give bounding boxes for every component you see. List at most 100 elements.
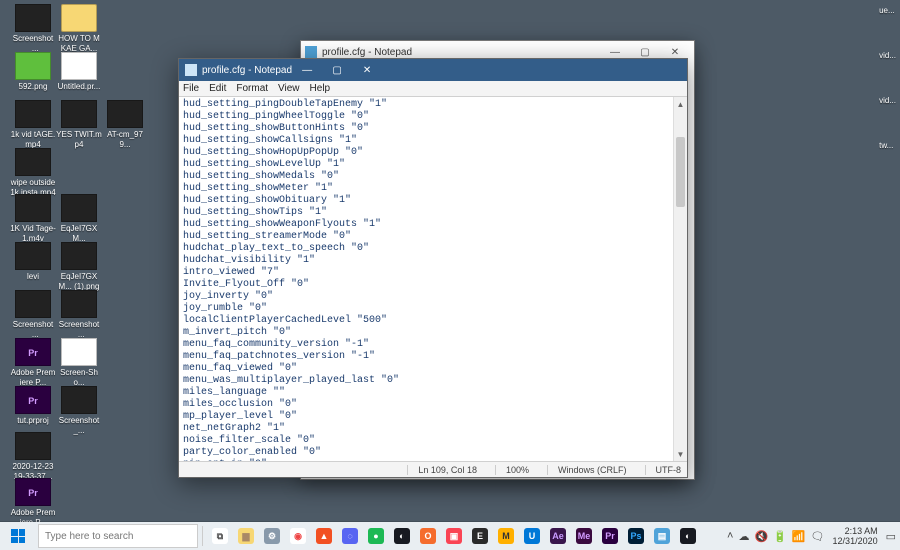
notifications-icon[interactable]: ▭ — [886, 530, 896, 543]
desktop-icon-label: HOW TO MKAE GA... — [56, 34, 102, 54]
clock-date: 12/31/2020 — [833, 536, 878, 546]
menu-edit[interactable]: Edit — [209, 83, 226, 94]
taskbar-medal[interactable]: M — [493, 523, 519, 549]
desktop-icon-label: 1K Vid Tage-1.m4v — [10, 224, 56, 244]
clock-time: 2:13 AM — [833, 526, 878, 536]
window-title: profile.cfg - Notepad — [322, 47, 412, 58]
tray-icon[interactable]: ☁ — [738, 530, 749, 543]
taskbar-steam[interactable]: ◐ — [389, 523, 415, 549]
taskbar-notepad-task[interactable]: ▤ — [649, 523, 675, 549]
menu-file[interactable]: File — [183, 83, 199, 94]
desktop-icon-label: vid... — [879, 51, 896, 60]
taskbar-origin[interactable]: O — [415, 523, 441, 549]
desktop-icon-thumb — [61, 338, 97, 366]
start-button[interactable] — [0, 522, 36, 550]
desktop-icon[interactable]: 2020-12-23 19-33-37... — [10, 432, 56, 482]
desktop-icon-thumb — [15, 148, 51, 176]
taskbar-settings[interactable]: ⚙ — [259, 523, 285, 549]
titlebar[interactable]: profile.cfg - Notepad — ▢ ✕ — [179, 59, 687, 81]
desktop-icon[interactable]: EqJeI7GXM... — [56, 194, 102, 244]
taskbar-discord[interactable]: ◌ — [337, 523, 363, 549]
desktop-icon-label: levi — [10, 272, 56, 282]
desktop-icon[interactable]: EqJeI7GXM... (1).png — [56, 242, 102, 292]
desktop-icon[interactable]: YES TWIT.mp4 — [56, 100, 102, 150]
editor-textarea[interactable]: hud_setting_pingDoubleTapEnemy "1" hud_s… — [179, 97, 673, 461]
tray-icon[interactable]: 🔋 — [773, 530, 787, 543]
desktop-icon-thumb — [61, 290, 97, 318]
brave-icon: ▲ — [316, 528, 332, 544]
taskbar-clock[interactable]: 2:13 AM 12/31/2020 — [829, 526, 882, 546]
notepad-icon — [185, 64, 197, 76]
taskbar-ubisoft[interactable]: U — [519, 523, 545, 549]
taskbar-steam2[interactable]: ◐ — [675, 523, 701, 549]
taskbar-premiere[interactable]: Pr — [597, 523, 623, 549]
after-effects-icon: Ae — [550, 528, 566, 544]
desktop-icon-label: AT-cm_979... — [102, 130, 148, 150]
minimize-button[interactable]: — — [292, 60, 322, 80]
status-caret-pos: Ln 109, Col 18 — [407, 465, 477, 475]
desktop-icon[interactable]: Screenshot_... — [56, 290, 102, 340]
discord-icon: ◌ — [342, 528, 358, 544]
desktop-icon[interactable]: levi — [10, 242, 56, 282]
taskbar-spotify[interactable]: ● — [363, 523, 389, 549]
desktop-icon[interactable]: Screenshot_... — [56, 386, 102, 436]
status-eol: Windows (CRLF) — [547, 465, 627, 475]
status-zoom: 100% — [495, 465, 529, 475]
desktop-icon[interactable]: 1k vid tAGE.mp4 — [10, 100, 56, 150]
taskbar-photoshop[interactable]: Ps — [623, 523, 649, 549]
maximize-button[interactable]: ▢ — [322, 60, 352, 80]
desktop-icon-label: Screen-Sho... — [56, 368, 102, 388]
desktop-right-partial-icons: ue...vid...vid...tw... — [879, 6, 896, 150]
desktop-icon-thumb — [61, 100, 97, 128]
tray-icon[interactable]: 🗨 — [811, 530, 825, 543]
desktop-icon[interactable]: Untitled.pr... — [56, 52, 102, 92]
desktop-icon-label: YES TWIT.mp4 — [56, 130, 102, 150]
spotify-icon: ● — [368, 528, 384, 544]
taskbar-task-view[interactable]: ⧉ — [207, 523, 233, 549]
tray-icon[interactable]: 🔇 — [754, 530, 768, 543]
desktop-icon-thumb — [107, 100, 143, 128]
desktop-icon-label: Screenshot_... — [10, 320, 56, 340]
desktop-icon-label: Untitled.pr... — [56, 82, 102, 92]
notepad-window-foreground: profile.cfg - Notepad — ▢ ✕ File Edit Form… — [178, 58, 688, 478]
tray-icon[interactable]: 📶 — [792, 530, 806, 543]
desktop-icon[interactable]: AT-cm_979... — [102, 100, 148, 150]
search-input[interactable]: Type here to search — [38, 524, 198, 548]
taskbar-media-encoder[interactable]: Me — [571, 523, 597, 549]
scroll-down-icon[interactable]: ▼ — [674, 447, 687, 461]
desktop-icon-label: ue... — [879, 6, 896, 15]
desktop-icon[interactable]: HOW TO MKAE GA... — [56, 4, 102, 54]
desktop-icon-label: Adobe Premiere P... — [10, 368, 56, 388]
menu-format[interactable]: Format — [236, 83, 268, 94]
task-view-icon: ⧉ — [212, 528, 228, 544]
desktop-icon[interactable]: 592.png — [10, 52, 56, 92]
desktop-icon[interactable]: PrAdobe Premiere P... — [10, 338, 56, 388]
taskbar-chrome[interactable]: ◉ — [285, 523, 311, 549]
taskbar-epic-games[interactable]: E — [467, 523, 493, 549]
desktop-icon-label: Screenshot_... — [10, 34, 56, 54]
desktop-icon-thumb — [15, 4, 51, 32]
desktop-icon[interactable]: Prtut.prproj — [10, 386, 56, 426]
search-placeholder: Type here to search — [45, 531, 133, 542]
desktop-icon[interactable]: 1K Vid Tage-1.m4v — [10, 194, 56, 244]
vertical-scrollbar[interactable]: ▲ ▼ — [673, 97, 687, 461]
desktop-icon[interactable]: Screenshot_... — [10, 4, 56, 54]
notepad-icon — [305, 46, 317, 58]
desktop-icon[interactable]: Screenshot_... — [10, 290, 56, 340]
scroll-thumb[interactable] — [676, 137, 685, 207]
tray-icon[interactable]: ˄ — [727, 530, 733, 543]
valorant-icon: ▣ — [446, 528, 462, 544]
taskbar-brave[interactable]: ▲ — [311, 523, 337, 549]
taskbar-file-explorer[interactable]: ▆ — [233, 523, 259, 549]
taskbar-valorant[interactable]: ▣ — [441, 523, 467, 549]
menu-view[interactable]: View — [278, 83, 300, 94]
desktop-icon[interactable]: Screen-Sho... — [56, 338, 102, 388]
taskbar-after-effects[interactable]: Ae — [545, 523, 571, 549]
close-button[interactable]: ✕ — [352, 60, 382, 80]
desktop-icon-label: tut.prproj — [10, 416, 56, 426]
settings-icon: ⚙ — [264, 528, 280, 544]
scroll-up-icon[interactable]: ▲ — [674, 97, 687, 111]
menu-help[interactable]: Help — [310, 83, 331, 94]
desktop-icon[interactable]: PrAdobe Premiere P... — [10, 478, 56, 528]
desktop-icon-thumb — [61, 194, 97, 222]
